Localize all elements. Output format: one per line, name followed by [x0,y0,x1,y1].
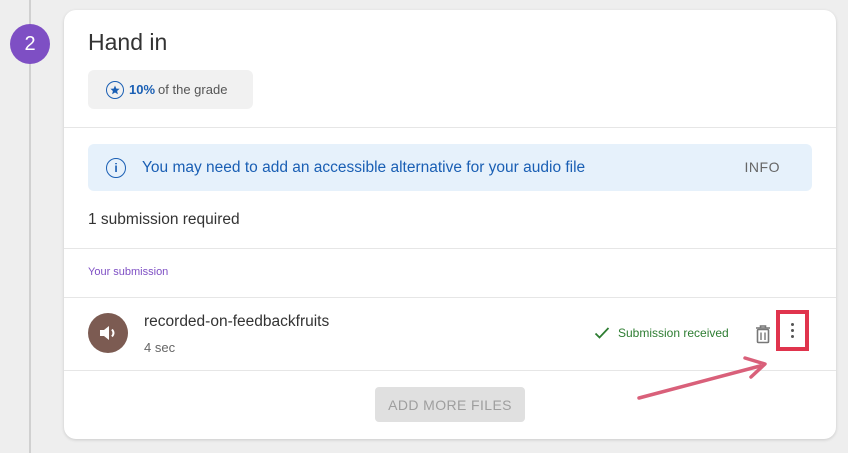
grade-suffix: of the grade [158,82,228,97]
step-number-badge: 2 [10,24,50,64]
star-icon [106,80,124,99]
your-submission-label: Your submission [88,266,169,278]
divider [64,127,836,128]
audio-speaker-icon [88,313,128,353]
more-options-button[interactable] [776,310,809,351]
submission-file-name[interactable]: recorded-on-feedbackfruits [144,313,329,331]
submission-requirement: 1 submission required [88,211,240,228]
submission-status: Submission received [594,326,729,340]
submission-duration: 4 sec [144,340,176,355]
divider [64,370,836,371]
info-banner-text: You may need to add an accessible altern… [142,158,586,176]
hand-in-card: Hand in 10% of the grade i You may need … [64,10,836,439]
info-icon: i [106,157,126,178]
more-vertical-icon [791,323,794,338]
timeline-line [29,0,31,453]
add-more-files-button[interactable]: ADD MORE FILES [375,387,525,422]
trash-icon [756,324,770,343]
divider [64,297,836,298]
grade-percent: 10% [129,82,156,97]
divider [64,248,836,249]
submission-status-text: Submission received [618,326,729,340]
info-button[interactable]: INFO [745,159,780,175]
delete-button[interactable] [754,323,772,345]
accessibility-info-banner: i You may need to add an accessible alte… [88,144,812,191]
check-icon [594,327,610,339]
card-title: Hand in [88,29,168,55]
grade-weight-chip: 10% of the grade [88,70,253,109]
